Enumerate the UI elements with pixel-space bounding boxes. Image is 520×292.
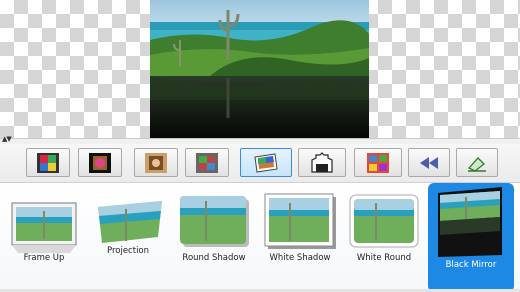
stamp-frame-button[interactable]	[185, 148, 229, 177]
style-white-shadow[interactable]: White Shadow	[262, 183, 338, 292]
round-shadow-thumbnail	[180, 196, 249, 247]
sepia-frame-button[interactable]	[134, 148, 178, 177]
style-frame-up[interactable]: Frame Up	[8, 183, 80, 292]
style-label: Round Shadow	[182, 253, 246, 263]
grid-frame-icon	[367, 152, 389, 173]
color-frame-button[interactable]	[26, 148, 70, 177]
preview-photo	[150, 0, 369, 138]
black-mirror-thumbnail	[438, 187, 502, 257]
frame-style-gallery: Frame Up Projection Round Shadow White S…	[0, 183, 520, 292]
preview-canvas	[0, 0, 520, 138]
dark-frame-icon	[89, 152, 111, 173]
stamp-frame-icon	[196, 152, 218, 173]
style-round-shadow[interactable]: Round Shadow	[176, 183, 252, 292]
apply-style-icon	[467, 156, 486, 172]
style-label: Black Mirror	[445, 260, 497, 270]
torn-edge-button[interactable]	[298, 148, 346, 177]
sepia-frame-icon	[145, 152, 167, 173]
torn-edge-icon	[311, 151, 333, 173]
rewind-icon	[420, 156, 438, 169]
tilted-photo-icon	[254, 152, 278, 173]
rewind-button[interactable]	[408, 148, 450, 177]
style-label: White Round	[356, 253, 412, 263]
collapse-arrows-icon[interactable]: ▲▼	[2, 136, 12, 143]
tilted-photo-button[interactable]	[240, 148, 292, 177]
style-white-round[interactable]: White Round	[346, 183, 422, 292]
apply-style-button[interactable]	[456, 148, 498, 177]
style-label: Projection	[106, 246, 150, 256]
white-round-thumbnail	[349, 194, 419, 248]
frame-style-toolbar	[0, 144, 520, 183]
color-frame-icon	[37, 152, 59, 173]
frame-up-thumbnail	[11, 202, 77, 253]
style-projection[interactable]: Projection	[92, 183, 164, 292]
dark-frame-button[interactable]	[78, 148, 122, 177]
style-label: Frame Up	[23, 253, 65, 263]
style-label: White Shadow	[269, 253, 331, 263]
grid-frame-button[interactable]	[354, 148, 402, 177]
white-shadow-thumbnail	[264, 193, 336, 249]
style-black-mirror[interactable]: Black Mirror	[428, 183, 514, 292]
